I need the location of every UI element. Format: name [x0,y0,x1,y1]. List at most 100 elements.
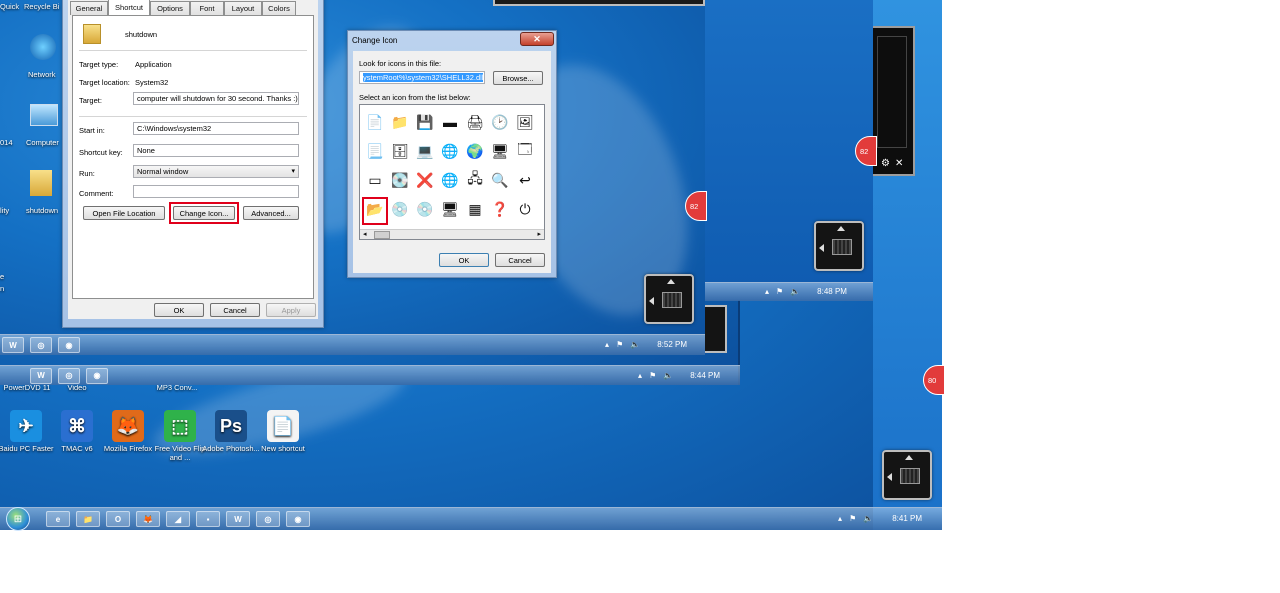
shell-icon-option[interactable]: 🗄 [389,140,411,162]
notification-badge[interactable]: 82 [685,191,707,221]
shell-icon-option[interactable]: 📁 [389,111,411,133]
ok-button[interactable]: OK [439,253,489,267]
icon-file-input[interactable]: ystemRoot%\system32\SHELL32.dll [359,71,485,84]
open-file-location-button[interactable]: Open File Location [83,206,165,220]
horizontal-scrollbar[interactable]: ◂ ▸ [360,229,544,239]
shell-icon-option[interactable]: 🖼 [514,111,536,133]
icon-list[interactable]: 📄 📁 💾 ▬ 🖨 🕑 🖼 📃 🗄 💻 🌐 🌍 🖥 🗔 ▭ 💽 ❌ 🌐 🖧 🔍 ↩ 📂 💿 💿 🖥 ▦ ❓ ⏻ ◂ ▸ [359,104,545,240]
tab-font[interactable]: Font [190,1,224,15]
run-select[interactable]: Normal window ▾ [133,165,299,178]
shell-icon-option[interactable]: ❌ [414,169,436,191]
settings-icon[interactable]: ⚙ [881,158,890,169]
taskbar-pinned-icon[interactable]: W [226,511,250,527]
shortcut-key-input[interactable]: None [133,144,299,157]
shell-icon-option[interactable]: 💾 [414,111,436,133]
shell-icon-option[interactable]: 🌐 [439,169,461,191]
taskbar-pinned-icon[interactable]: 📁 [76,511,100,527]
volume-icon[interactable]: 🔈 [863,514,873,523]
desktop-icon-label[interactable]: lity [0,206,9,215]
action-center-flag-icon[interactable]: ⚑ [776,287,783,296]
shell-icon-option[interactable]: ❓ [489,198,511,220]
shell-icon-option[interactable]: 💻 [414,140,436,162]
tab-layout[interactable]: Layout [224,1,262,15]
tray-arrow-icon[interactable]: ▴ [605,340,609,349]
taskbar-chrome-icon[interactable]: ◎ [30,337,52,353]
ok-button[interactable]: OK [154,303,204,317]
taskbar-word-icon[interactable]: W [2,337,24,353]
gadget-widget[interactable] [814,221,864,271]
action-center-flag-icon[interactable]: ⚑ [849,514,856,523]
shell-icon-option[interactable]: 🖥 [489,140,511,162]
taskbar-app-icon[interactable]: ◉ [58,337,80,353]
desktop-icon-label[interactable]: Network [28,70,56,79]
desktop-icon-label[interactable]: 014 [0,138,13,147]
taskbar-pinned-icon[interactable]: 🦊 [136,511,160,527]
taskbar-pinned-icon[interactable]: e [46,511,70,527]
desktop-icon-label[interactable]: shutdown [26,206,58,215]
shell-icon-option[interactable]: ▬ [439,111,461,133]
shell-icon-option[interactable]: ▭ [364,169,386,191]
taskbar-pinned-icon[interactable]: ◢ [166,511,190,527]
shell-icon-option[interactable]: 🗔 [514,140,536,162]
clock[interactable]: 8:41 PM [892,514,922,523]
desktop-icon-label[interactable]: Recycle Bi [24,2,59,11]
shell-icon-option[interactable]: ⏻ [514,198,536,220]
shell-icon-option[interactable]: 🖧 [464,169,486,191]
desktop-icon[interactable]: 📄 New shortcut [252,410,314,453]
cancel-button[interactable]: Cancel [495,253,545,267]
shell-icon-option[interactable]: 🕑 [489,111,511,133]
scroll-right-icon[interactable]: ▸ [537,230,541,238]
taskbar-pinned-icon[interactable]: O [106,511,130,527]
clock[interactable]: 8:44 PM [690,371,720,380]
taskbar-word-icon[interactable]: W [30,367,52,384]
volume-icon[interactable]: 🔈 [630,340,640,349]
shell-icon-option[interactable]: 💿 [414,198,436,220]
desktop-icon-label[interactable]: Computer [26,138,59,147]
desktop-icon-label[interactable]: n [0,284,4,293]
tray-arrow-icon[interactable]: ▴ [638,371,642,380]
folder-icon[interactable] [30,170,52,196]
tab-shortcut[interactable]: Shortcut [108,0,150,15]
action-center-flag-icon[interactable]: ⚑ [649,371,656,380]
close-button[interactable]: ✕ [520,32,554,46]
taskbar-app-icon[interactable]: ◉ [86,367,108,384]
shell-icon-option[interactable]: ▦ [464,198,486,220]
target-input[interactable]: computer will shutdown for 30 second. Th… [133,92,299,105]
gadget-widget[interactable] [644,274,694,324]
tab-options[interactable]: Options [150,1,190,15]
shell-icon-option[interactable]: 🌐 [439,140,461,162]
start-in-input[interactable]: C:\Windows\system32 [133,122,299,135]
cancel-button[interactable]: Cancel [210,303,260,317]
tray-arrow-icon[interactable]: ▴ [765,287,769,296]
shell-icon-option[interactable]: 💽 [389,169,411,191]
advanced-button[interactable]: Advanced... [243,206,299,220]
shell-icon-option[interactable]: 💿 [389,198,411,220]
volume-icon[interactable]: 🔈 [790,287,800,296]
tray-arrow-icon[interactable]: ▴ [838,514,842,523]
shell-icon-option[interactable]: 🖥 [439,198,461,220]
desktop-icon-label[interactable]: e [0,272,4,281]
notification-badge[interactable]: 82 [855,136,877,166]
clock[interactable]: 8:48 PM [817,287,847,296]
computer-icon[interactable] [30,104,58,126]
taskbar-pinned-icon[interactable]: ◉ [286,511,310,527]
tab-general[interactable]: General [70,1,108,15]
taskbar-pinned-icon[interactable]: ◎ [256,511,280,527]
volume-icon[interactable]: 🔈 [663,371,673,380]
comment-input[interactable] [133,185,299,198]
close-icon[interactable]: ✕ [895,158,903,169]
gadget-widget[interactable] [882,450,932,500]
tab-colors[interactable]: Colors [262,1,296,15]
browse-button[interactable]: Browse... [493,71,543,85]
notification-badge[interactable]: 80 [923,365,945,395]
apply-button[interactable]: Apply [266,303,316,317]
scrollbar-thumb[interactable] [374,231,390,239]
network-icon[interactable] [30,34,56,60]
shell-icon-option[interactable]: 📄 [364,111,386,133]
desktop-icon-label[interactable]: Quick [0,2,19,11]
clock[interactable]: 8:52 PM [657,340,687,349]
start-button[interactable]: ⊞ [6,507,30,531]
scroll-left-icon[interactable]: ◂ [363,230,367,238]
shell-icon-option[interactable]: ↩ [514,169,536,191]
taskbar-chrome-icon[interactable]: ◎ [58,367,80,384]
